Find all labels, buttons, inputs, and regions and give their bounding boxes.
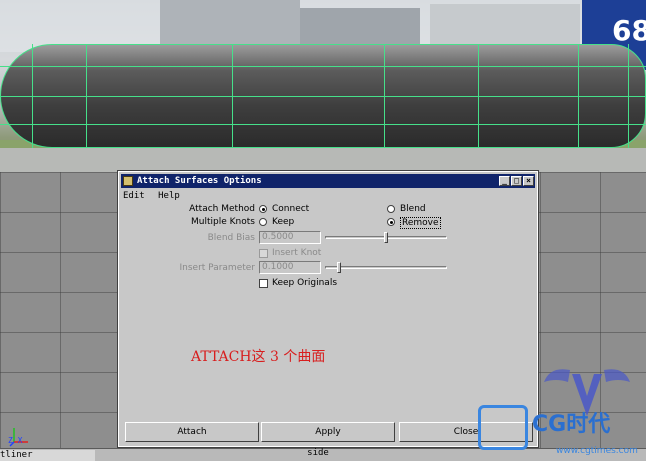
connect-option-label[interactable]: Connect (272, 204, 309, 214)
apply-button[interactable]: Apply (261, 422, 395, 442)
multiple-knots-remove-radio[interactable] (387, 218, 395, 226)
menu-bar: Edit Help (123, 191, 188, 203)
annotation-text: ATTACH这 3 个曲面 (191, 349, 326, 365)
maximize-button[interactable]: □ (511, 176, 522, 186)
watermark-brand: CG时代 (532, 412, 611, 437)
keep-option-label[interactable]: Keep (272, 217, 294, 227)
blend-option-label[interactable]: Blend (400, 204, 426, 214)
dialog-title: Attach Surfaces Options (137, 176, 262, 186)
title-bar[interactable]: Attach Surfaces Options _ □ × (121, 174, 535, 188)
isoparm-line (0, 124, 646, 125)
isoparm-line (0, 96, 646, 97)
watermark-frame-icon (478, 405, 528, 450)
tail-number: 68 (612, 14, 646, 47)
menu-help[interactable]: Help (158, 191, 180, 201)
keep-originals-checkbox[interactable] (259, 279, 268, 288)
axis-label: Z X (8, 436, 23, 445)
minimize-button[interactable]: _ (499, 176, 510, 186)
outliner-panel-tab[interactable]: tliner (0, 450, 95, 461)
tarmac (0, 148, 646, 172)
watermark-site: www.cgtimes.com (556, 446, 638, 456)
outliner-tab-label: tliner (0, 450, 33, 460)
blend-bias-label: Blend Bias (207, 233, 255, 243)
blend-bias-field[interactable]: 0.5000 (259, 231, 321, 244)
multiple-knots-keep-radio[interactable] (259, 218, 267, 226)
isoparm-line (0, 66, 646, 67)
insert-parameter-slider-handle[interactable] (336, 262, 341, 273)
keep-originals-label[interactable]: Keep Originals (272, 278, 337, 288)
insert-parameter-field[interactable]: 0.1000 (259, 261, 321, 274)
watermark: CG时代 www.cgtimes.com (472, 360, 646, 461)
side-view-label[interactable]: side (298, 448, 338, 461)
remove-option-label[interactable]: Remove (400, 217, 441, 229)
attach-method-blend-radio[interactable] (387, 205, 395, 213)
blend-bias-slider-handle[interactable] (384, 232, 388, 243)
insert-knot-checkbox[interactable] (259, 249, 268, 258)
insert-knot-label: Insert Knot (272, 248, 322, 258)
multiple-knots-label: Multiple Knots (191, 217, 255, 227)
insert-parameter-label: Insert Parameter (179, 263, 256, 273)
insert-parameter-slider-track[interactable] (325, 266, 447, 269)
maya-app-icon (123, 176, 133, 186)
attach-method-connect-radio[interactable] (259, 205, 267, 213)
attach-method-label: Attach Method (189, 204, 255, 214)
attach-button[interactable]: Attach (125, 422, 259, 442)
menu-edit[interactable]: Edit (123, 191, 145, 201)
close-window-button[interactable]: × (523, 176, 534, 186)
